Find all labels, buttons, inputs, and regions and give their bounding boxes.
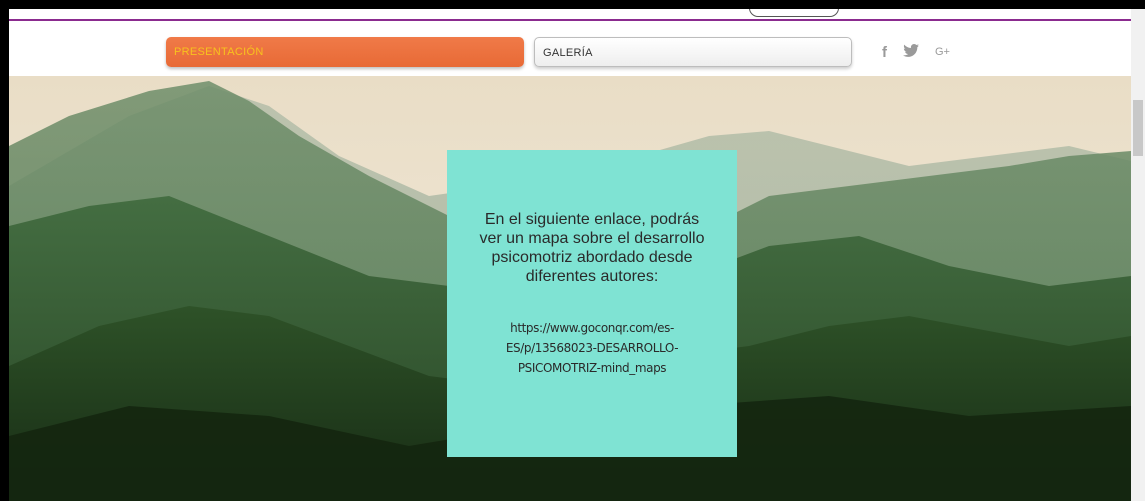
- nav-galeria-button[interactable]: GALERÍA: [534, 37, 852, 67]
- top-pill-button[interactable]: [749, 9, 839, 17]
- window-frame-left: [0, 0, 9, 501]
- facebook-icon[interactable]: f: [882, 44, 887, 61]
- goconqr-link[interactable]: https://www.goconqr.com/es-ES/p/13568023…: [472, 318, 712, 378]
- twitter-icon[interactable]: [903, 43, 919, 61]
- web-page: PRESENTACIÓN GALERÍA f G+ En el siguient…: [9, 9, 1131, 501]
- scrollbar-thumb[interactable]: [1133, 100, 1143, 156]
- twitter-bird-icon: [903, 43, 919, 57]
- google-plus-icon[interactable]: G+: [935, 46, 950, 58]
- vertical-scrollbar[interactable]: [1131, 9, 1145, 501]
- info-box: En el siguiente enlace, podrás ver un ma…: [447, 150, 737, 457]
- social-links: f G+: [882, 39, 950, 65]
- header-divider: [9, 19, 1131, 21]
- nav-presentacion-button[interactable]: PRESENTACIÓN: [166, 37, 524, 67]
- info-intro-text: En el siguiente enlace, podrás ver un ma…: [479, 211, 705, 285]
- window-frame-top: [0, 0, 1145, 9]
- nav-presentacion-label: PRESENTACIÓN: [174, 46, 264, 58]
- nav-galeria-label: GALERÍA: [543, 47, 593, 59]
